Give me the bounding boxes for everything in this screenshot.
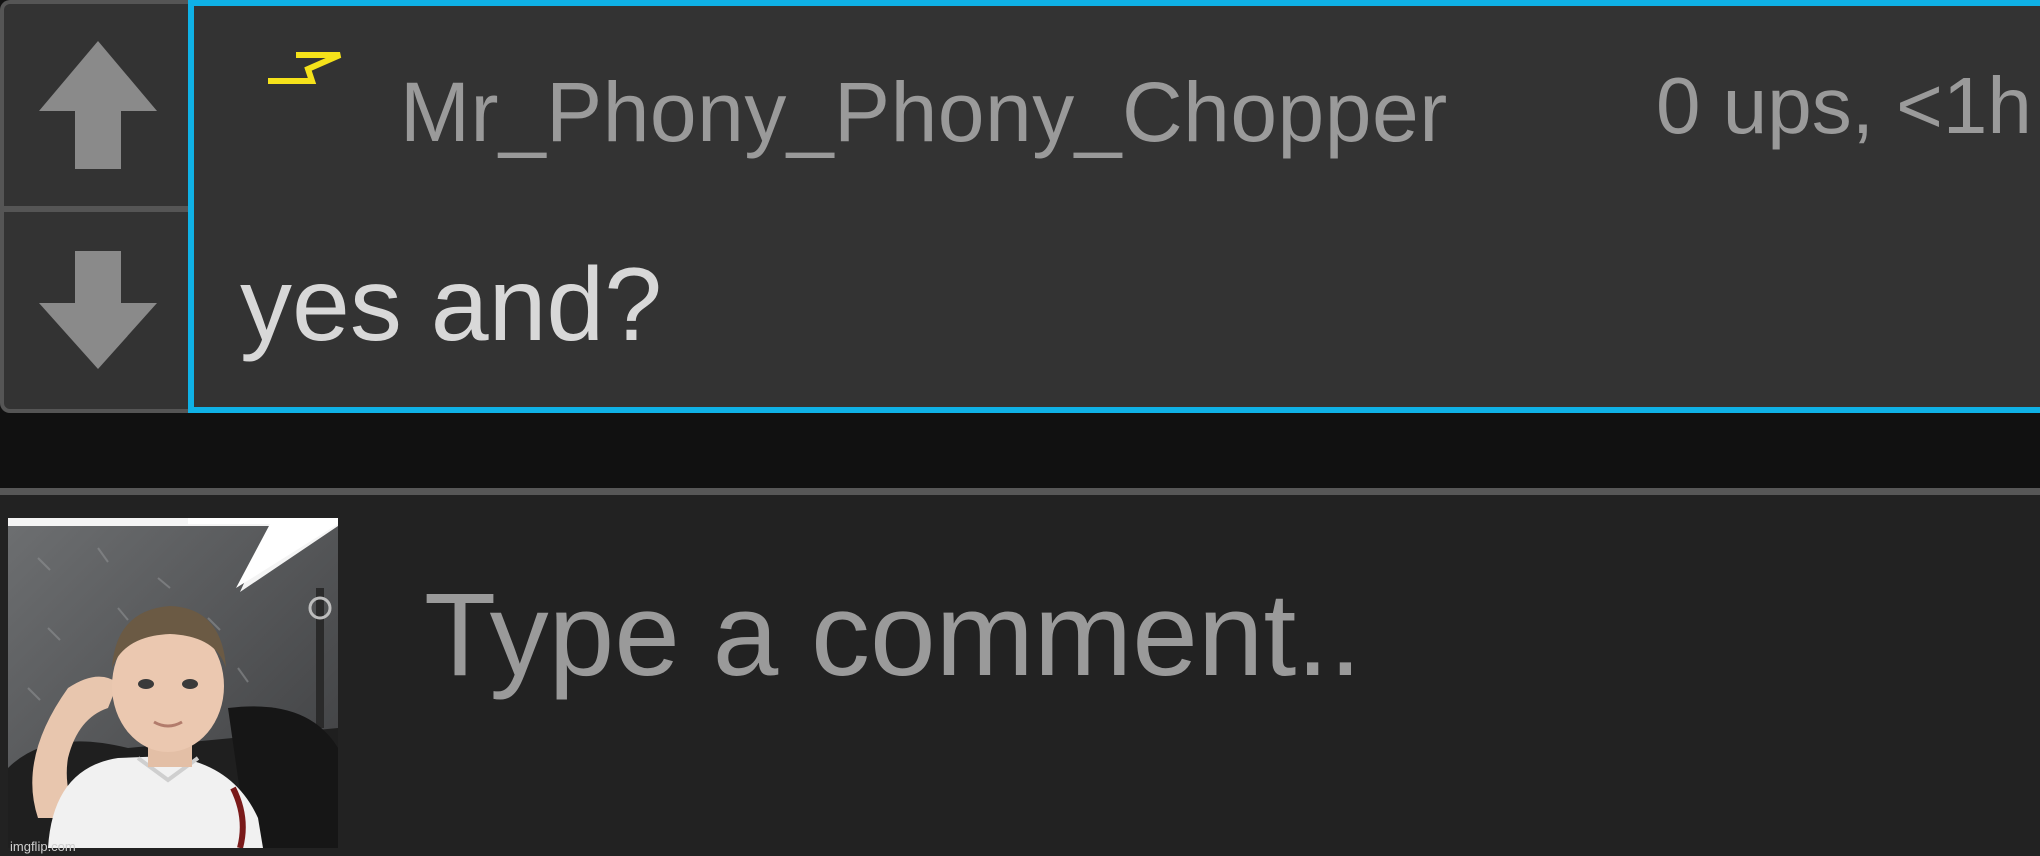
avatar-image [8,518,338,849]
downvote-button[interactable] [4,210,191,409]
reply-area: imgflip.com [0,488,2040,856]
arrow-up-icon [38,41,157,169]
lightning-bolt-icon [268,52,342,84]
vote-column [0,0,191,413]
comment-meta: 0 ups, <1h [1656,61,2032,150]
upvote-button[interactable] [4,4,191,206]
arrow-down-icon [38,250,157,369]
user-avatar[interactable]: imgflip.com [8,518,338,854]
comment-input[interactable] [400,535,2000,735]
comment-card: Mr_Phony_Phony_Chopper 0 ups, <1h yes an… [0,0,2040,413]
comment-body: Mr_Phony_Phony_Chopper 0 ups, <1h yes an… [188,0,2040,413]
comment-author[interactable]: Mr_Phony_Phony_Chopper [400,64,1448,161]
avatar-watermark: imgflip.com [10,839,76,854]
comment-text: yes and? [240,247,663,363]
page: Mr_Phony_Phony_Chopper 0 ups, <1h yes an… [0,0,2040,856]
